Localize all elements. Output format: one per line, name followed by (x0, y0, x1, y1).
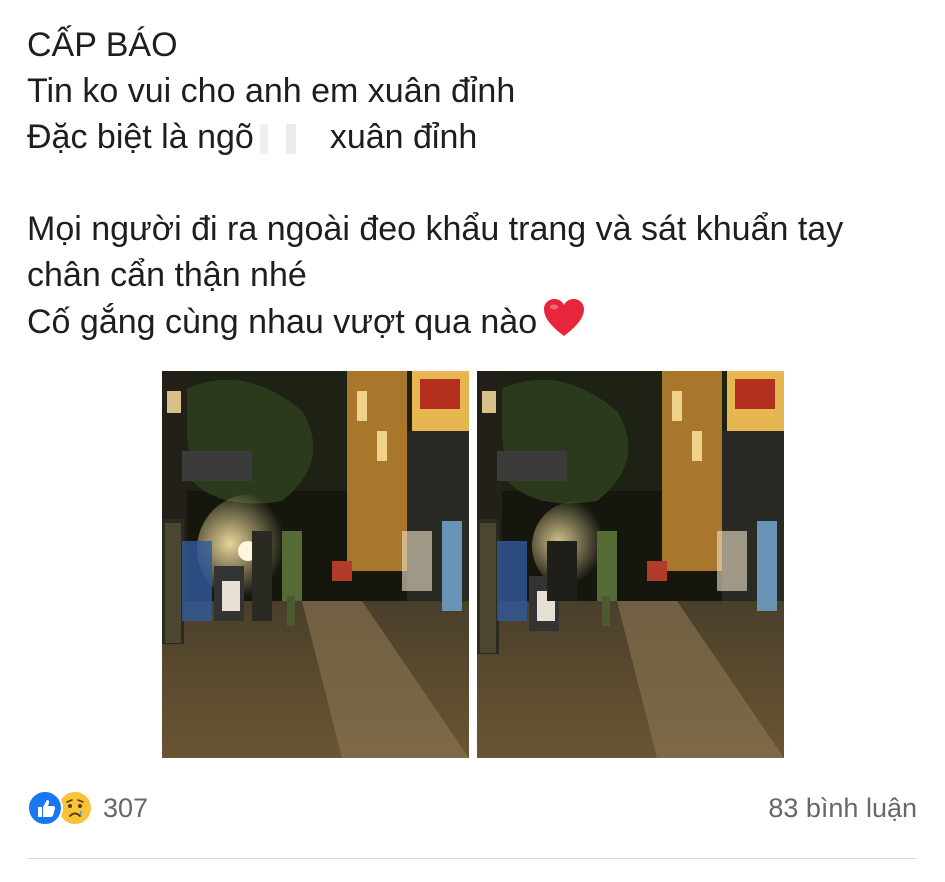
reactions-summary[interactable]: 307 (27, 790, 148, 826)
post-line: chân cẩn thận nhé (27, 256, 307, 294)
redacted-text (255, 124, 324, 155)
post-line-part: Cố gắng cùng nhau vượt qua nào (27, 302, 538, 341)
like-icon (27, 790, 63, 826)
post-line: CẤP BÁO (27, 26, 178, 64)
post-line: Mọi người đi ra ngoài đeo khẩu trang và … (27, 210, 844, 248)
street-night-photo-1[interactable] (162, 371, 469, 758)
post-line: Cố gắng cùng nhau vượt qua nào (27, 298, 927, 350)
street-night-photo-2[interactable] (477, 371, 784, 758)
red-heart-icon (543, 298, 585, 350)
post-line: Đặc biệt là ngõ xuân đỉnh (27, 114, 927, 160)
reaction-count: 307 (103, 792, 149, 823)
comment-count-link[interactable]: 83 bình luận (768, 790, 917, 826)
post-line-part: Đặc biệt là ngõ (27, 118, 254, 156)
post-line: Tin ko vui cho anh em xuân đỉnh (27, 72, 516, 110)
post-text: CẤP BÁO Tin ko vui cho anh em xuân đỉnh … (27, 22, 927, 350)
divider (27, 858, 917, 859)
photo-grid[interactable] (162, 371, 784, 758)
post-line-part: xuân đỉnh (329, 118, 478, 156)
